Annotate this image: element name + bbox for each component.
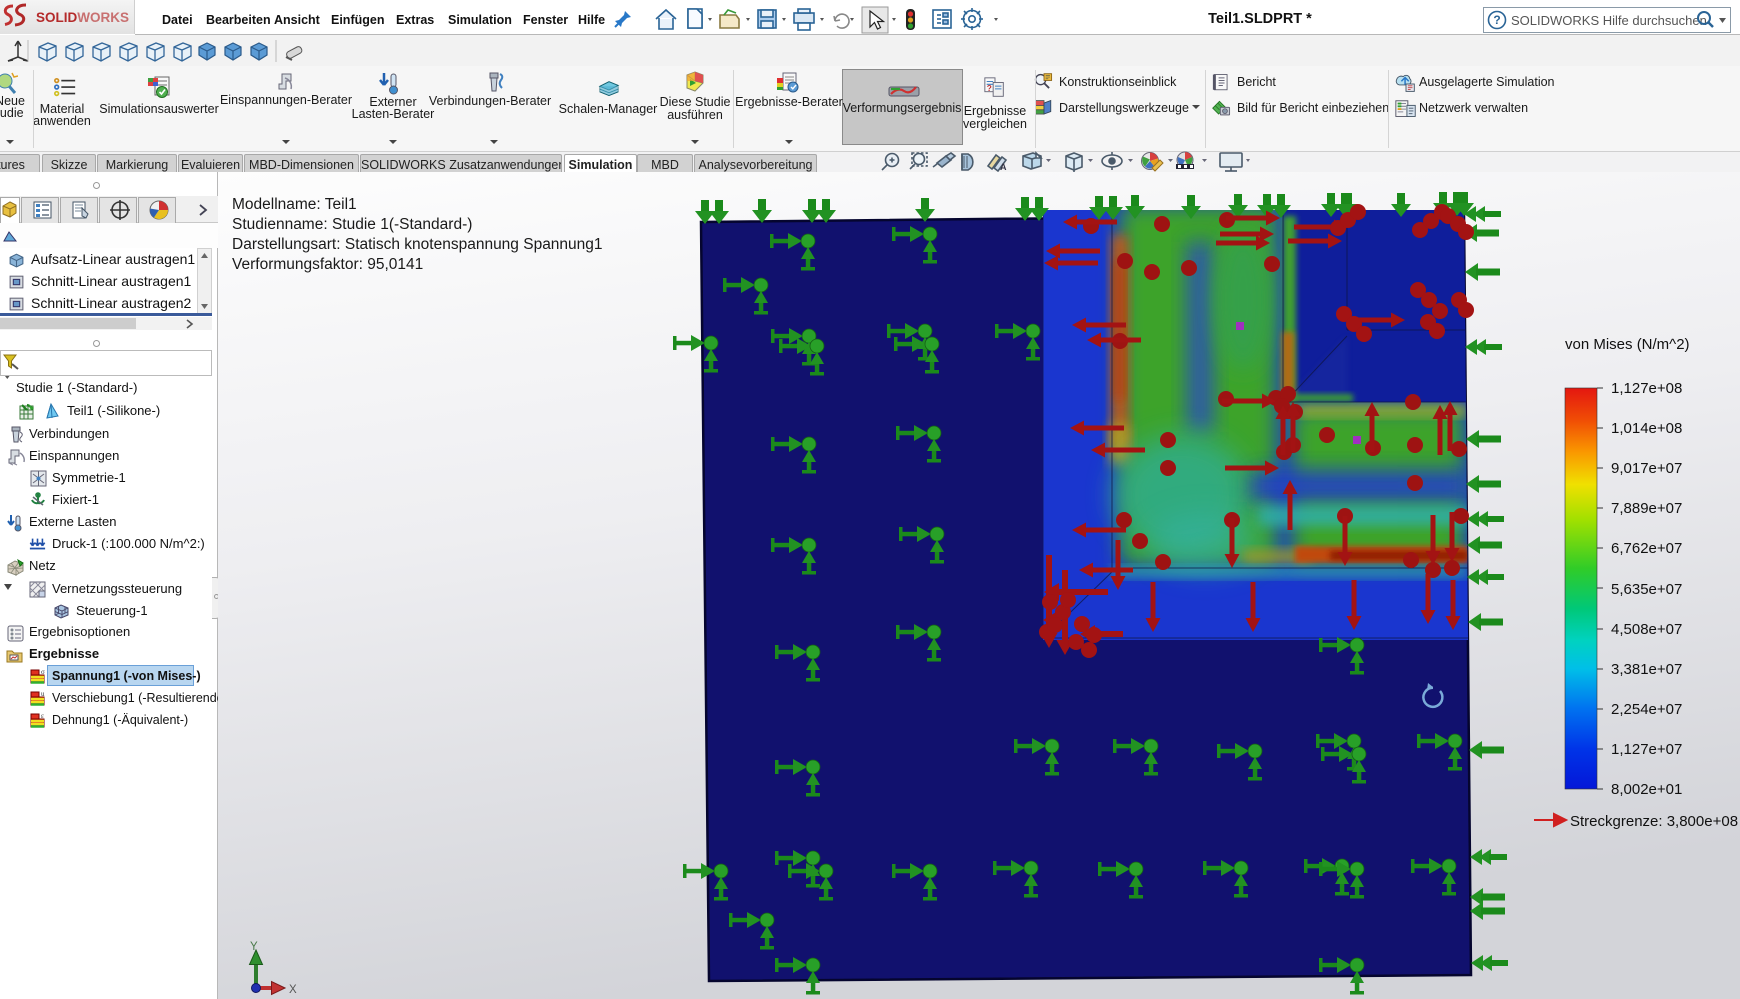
svg-text:?: ? <box>1493 13 1500 27</box>
svg-text:ε: ε <box>41 712 44 720</box>
svg-text:von Mises (N/m^2): von Mises (N/m^2) <box>1565 336 1690 353</box>
svg-text:8,002e+01: 8,002e+01 <box>1611 781 1682 798</box>
svg-text:Darstellungsart: Statisch knot: Darstellungsart: Statisch knotenspannung… <box>232 236 603 253</box>
svg-text:4,508e+07: 4,508e+07 <box>1611 621 1682 638</box>
svg-text:SOLIDWORKS: SOLIDWORKS <box>36 10 129 25</box>
svg-text:5,635e+07: 5,635e+07 <box>1611 581 1682 598</box>
svg-text:u: u <box>41 690 45 698</box>
svg-text:A: A <box>1000 162 1007 172</box>
svg-text:3,381e+07: 3,381e+07 <box>1611 661 1682 678</box>
svg-text:1,014e+08: 1,014e+08 <box>1611 420 1682 437</box>
svg-text:?: ? <box>987 83 992 93</box>
svg-text:Studienname: Studie 1(-Standar: Studienname: Studie 1(-Standard-) <box>232 216 472 233</box>
svg-text:6,762e+07: 6,762e+07 <box>1611 540 1682 557</box>
svg-text:Y: Y <box>250 941 258 953</box>
svg-text:Verformungsfaktor: 95,0141: Verformungsfaktor: 95,0141 <box>232 256 423 273</box>
svg-text:σ: σ <box>41 668 45 676</box>
svg-text:Streckgrenze: 3,800e+08: Streckgrenze: 3,800e+08 <box>1570 813 1738 830</box>
svg-text:1,127e+08: 1,127e+08 <box>1611 380 1682 397</box>
svg-text:9,017e+07: 9,017e+07 <box>1611 460 1682 477</box>
svg-text:7,889e+07: 7,889e+07 <box>1611 500 1682 517</box>
svg-text:1,127e+07: 1,127e+07 <box>1611 741 1682 758</box>
svg-text:X: X <box>289 984 297 996</box>
svg-text:Modellname: Teil1: Modellname: Teil1 <box>232 196 357 213</box>
svg-text:2,254e+07: 2,254e+07 <box>1611 701 1682 718</box>
